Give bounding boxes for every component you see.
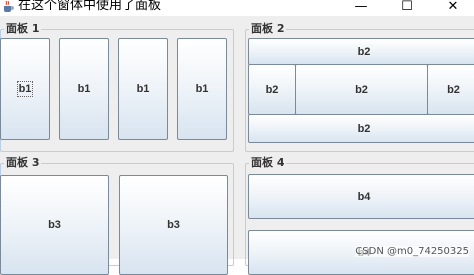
title-bar: 在这个窗体中使用了面板 — ☐ ✕ xyxy=(0,0,474,16)
panel-1-label: 面板 1 xyxy=(4,22,42,35)
close-button[interactable]: ✕ xyxy=(430,0,474,14)
panel-4-label: 面板 4 xyxy=(249,156,287,169)
b2-button-north[interactable]: b2 xyxy=(248,38,474,65)
watermark: CSDN @m0_74250325 xyxy=(355,246,469,257)
b3-button-1[interactable]: b3 xyxy=(0,175,109,275)
b1-button-4[interactable]: b1 xyxy=(177,38,227,140)
b2-button-west[interactable]: b2 xyxy=(248,64,296,115)
panel-3: 面板 3 b3 b3 xyxy=(0,156,234,275)
b4-button-1[interactable]: b4 xyxy=(248,174,474,219)
minimize-button[interactable]: — xyxy=(338,0,384,14)
window-title: 在这个窗体中使用了面板 xyxy=(18,0,162,13)
java-cup-icon xyxy=(4,0,14,12)
b1-button-1[interactable]: b1 xyxy=(0,38,50,140)
b2-button-center[interactable]: b2 xyxy=(295,64,428,115)
panel-2-label: 面板 2 xyxy=(249,22,287,35)
maximize-button[interactable]: ☐ xyxy=(384,0,430,14)
panel-3-label: 面板 3 xyxy=(4,156,42,169)
b2-button-south[interactable]: b2 xyxy=(248,114,474,143)
b1-button-2[interactable]: b1 xyxy=(59,38,109,140)
b3-button-2[interactable]: b3 xyxy=(119,175,228,275)
panel-2: 面板 2 b2 b2 b2 b2 b2 xyxy=(245,22,474,152)
b2-button-east[interactable]: b2 xyxy=(427,64,474,115)
content-pane: 面板 1 b1 b1 b1 b1 面板 2 b2 b2 b2 b2 b2 面板 … xyxy=(0,16,474,275)
b1-button-3[interactable]: b1 xyxy=(118,38,168,140)
panel-1: 面板 1 b1 b1 b1 b1 xyxy=(0,22,234,152)
